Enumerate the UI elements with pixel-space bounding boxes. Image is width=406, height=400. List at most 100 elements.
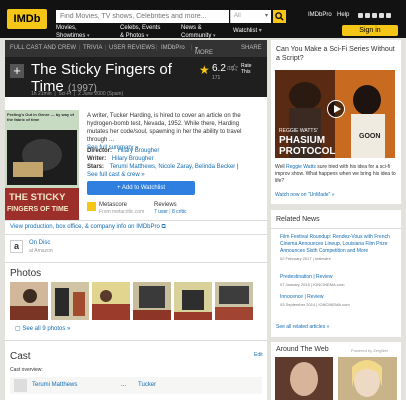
- subnav-imdbpro[interactable]: IMDbPro: [161, 45, 185, 51]
- nav-celebs[interactable]: Celebs, Events & Photos ▾: [120, 24, 160, 40]
- subnav-separator: |: [156, 45, 158, 51]
- sign-in-button[interactable]: Sign in: [342, 25, 398, 36]
- nav-imdbpro[interactable]: IMDbPro: [308, 12, 332, 18]
- see-all-photos-text: See all 9 photos »: [22, 326, 71, 332]
- director-link[interactable]: Hilary Brougher: [118, 148, 160, 154]
- nav-celebs-line1: Celebs, Events: [120, 25, 161, 31]
- subnav-separator: |: [191, 45, 193, 51]
- around-web-thumbnail[interactable]: [275, 357, 333, 400]
- twitter-icon[interactable]: [379, 13, 384, 18]
- nav-help[interactable]: Help: [337, 12, 349, 18]
- photo-thumbnail[interactable]: [51, 282, 89, 320]
- search-button[interactable]: [273, 10, 286, 23]
- amazon-logo[interactable]: a: [10, 240, 23, 253]
- watch-unmade-link[interactable]: Watch now on "UnMade" »: [275, 192, 335, 198]
- genre[interactable]: Sci-Fi: [58, 91, 71, 97]
- nav-watchlist[interactable]: Watchlist ▾: [233, 27, 262, 34]
- rate-this-button[interactable]: ☆ Rate This: [230, 63, 252, 75]
- news-meta: 02 February 2017 | Indiewire: [280, 256, 331, 261]
- instagram-icon[interactable]: [365, 13, 370, 18]
- news-title-link[interactable]: Innocence | Review: [280, 294, 398, 301]
- cast-ellipsis: ...: [121, 382, 127, 388]
- news-title-link[interactable]: Film Festival Roundup: Rendez-Vous with …: [280, 234, 398, 255]
- director-label: Director:: [87, 148, 113, 154]
- search-category-select[interactable]: All ▾: [230, 10, 271, 23]
- powered-by-label[interactable]: Powered by ZergNet: [351, 348, 388, 353]
- title-meta: 1h 21min | Sci-Fi | 2 June 2000 (Spain): [31, 91, 124, 97]
- star-icon: ★: [199, 63, 210, 77]
- cast-edit-link[interactable]: Edit: [254, 352, 263, 358]
- subnav-trivia[interactable]: TRIVIA: [83, 45, 102, 51]
- photo-image: [92, 282, 130, 320]
- poster-tagline: Feeling's Out in Genre — by way of the f…: [7, 112, 74, 122]
- at-amazon-label: at Amazon: [29, 248, 53, 254]
- add-to-watchlist-icon-button[interactable]: +: [10, 64, 24, 78]
- metascore-source: From metacritic.com: [99, 209, 145, 215]
- movie-poster[interactable]: THE STICKY FINGERS OF TIME Feeling's Out…: [5, 110, 79, 220]
- photo-thumbnail[interactable]: [215, 282, 253, 320]
- list-item: Predestination | Review 07 January 2015 …: [280, 274, 398, 288]
- subnav-user-reviews[interactable]: USER REVIEWS: [109, 45, 155, 51]
- plot-summary: A writer, Tucker Harding, is hired to co…: [87, 112, 262, 152]
- subnav-separator: |: [79, 45, 81, 51]
- around-web-thumbnail[interactable]: [338, 357, 397, 400]
- nav-news-line1: News &: [181, 25, 202, 31]
- writer-link[interactable]: Hilary Brougher: [112, 156, 154, 162]
- reggie-watts-link[interactable]: Reggie Watts: [286, 164, 316, 170]
- promo-video-thumbnail[interactable]: REGGIE WATTS' PHASIUM PROTOCOL GOON: [275, 70, 395, 158]
- table-row: Terumi Matthews ... Tucker: [10, 377, 262, 394]
- social-icons: [358, 13, 402, 19]
- around-web-image: [338, 357, 397, 400]
- stars-label: Stars:: [87, 164, 105, 170]
- release-date[interactable]: 2 June 2000 (Spain): [78, 91, 123, 97]
- subnav-more[interactable]: MORE ▾: [195, 45, 213, 56]
- full-cast-crew-link[interactable]: See full cast & crew »: [87, 172, 145, 178]
- promo-img-sign: GOON: [359, 133, 380, 140]
- see-all-photos-link[interactable]: ▢ See all 9 photos »: [15, 325, 70, 332]
- search-icon: [275, 12, 284, 21]
- list-item: Film Festival Roundup: Rendez-Vous with …: [280, 234, 398, 262]
- subnav-full-cast[interactable]: FULL CAST AND CREW: [10, 45, 76, 51]
- nav-news[interactable]: News & Community ▾: [181, 24, 216, 40]
- production-info-link[interactable]: View production, box office, & company i…: [10, 224, 166, 231]
- promo-heading[interactable]: Can You Make a Sci-Fi Series Without a S…: [276, 45, 398, 63]
- top-navigation: IMDb All ▾ Movies, Showtimes ▾ Celebs, E…: [0, 0, 406, 40]
- news-title-link[interactable]: Predestination | Review: [280, 274, 398, 281]
- character-link[interactable]: Tucker: [138, 382, 156, 388]
- add-to-watchlist-button[interactable]: + Add to Watchlist: [87, 181, 195, 195]
- nav-movies-line2: Showtimes ▾: [56, 33, 90, 39]
- list-item: Innocence | Review 03 September 2014 | I…: [280, 294, 398, 308]
- photo-thumbnail[interactable]: [10, 282, 48, 320]
- photo-thumbnail[interactable]: [174, 282, 212, 320]
- divider: [271, 228, 401, 229]
- promo-card: Can You Make a Sci-Fi Series Without a S…: [271, 40, 401, 204]
- play-icon[interactable]: [327, 100, 345, 118]
- facebook-icon[interactable]: [358, 13, 363, 18]
- photo-thumbnail[interactable]: [92, 282, 130, 320]
- nav-movies[interactable]: Movies, Showtimes ▾: [56, 24, 90, 40]
- cast-member-link[interactable]: Terumi Matthews: [32, 382, 77, 388]
- search-input[interactable]: [56, 10, 229, 23]
- imdb-logo[interactable]: IMDb: [7, 9, 47, 29]
- stars-credit: Stars: Terumi Matthews, Nicole Zaray, Be…: [87, 164, 239, 170]
- director-credit: Director: Hilary Brougher: [87, 148, 159, 154]
- stars-links[interactable]: Terumi Matthews, Nicole Zaray, Belinda B…: [110, 164, 236, 170]
- avatar[interactable]: [14, 379, 27, 392]
- poster-art: THE STICKY FINGERS OF TIME: [5, 110, 79, 220]
- on-disc-link[interactable]: On Disc: [29, 240, 50, 246]
- news-meta: 03 September 2014 | IONCINEMA.com: [280, 302, 350, 307]
- photo-thumbnail[interactable]: [133, 282, 171, 320]
- youtube-icon[interactable]: [386, 13, 391, 18]
- photo-image: [215, 282, 253, 320]
- rating-count[interactable]: 171: [212, 75, 220, 81]
- user-reviews-link[interactable]: 7 user: [154, 209, 168, 215]
- subnav-share[interactable]: SHARE: [241, 45, 262, 51]
- metascore-badge[interactable]: [87, 202, 96, 211]
- metascore-label[interactable]: Metascore: [99, 202, 127, 208]
- twitch-icon[interactable]: [372, 13, 377, 18]
- poster-title-line1: THE STICKY: [9, 192, 66, 203]
- reviews-counts: 7 user | 8 critic: [154, 209, 186, 215]
- critic-reviews-link[interactable]: 8 critic: [172, 209, 186, 215]
- see-all-articles-link[interactable]: See all related articles »: [276, 324, 329, 330]
- rate-this-line2: This: [241, 69, 251, 75]
